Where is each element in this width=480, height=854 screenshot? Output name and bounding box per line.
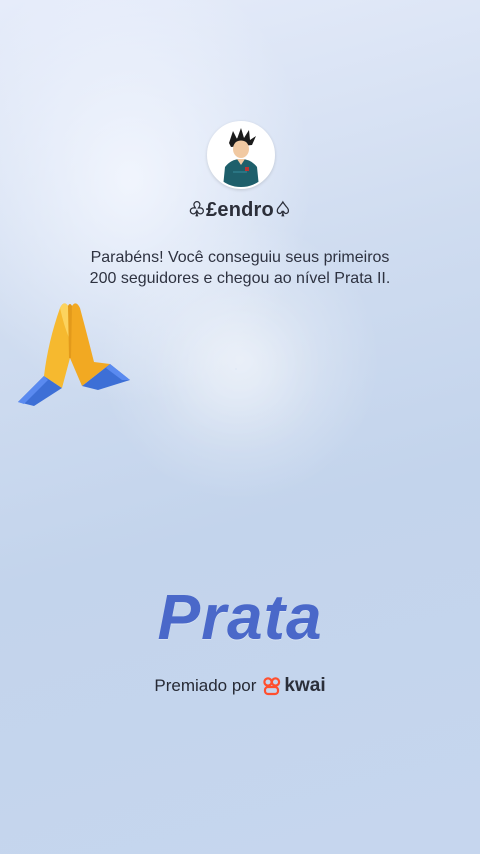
kwai-brand-text: kwai [284,675,326,696]
kwai-brand[interactable]: kwai [262,675,326,697]
level-title: Prata [157,581,323,653]
awarded-by-label: Premiado por [154,676,257,695]
username: ♧£endro♤ [187,199,293,221]
congratulation-message: Parabéns! Você conseguiu seus primeiros … [40,247,440,289]
praying-hands-icon [18,303,130,406]
praying-hands-sticker[interactable] [14,298,134,408]
avatar[interactable] [207,121,275,189]
message-line-2: 200 seguidores e chegou ao nível Prata I… [89,270,391,287]
avatar-icon [209,123,273,187]
awarded-by: Premiado por kwai [0,675,480,697]
light-glow [235,368,237,370]
kwai-logo-icon [263,677,281,696]
message-line-1: Parabéns! Você conseguiu seus primeiros [90,249,390,266]
